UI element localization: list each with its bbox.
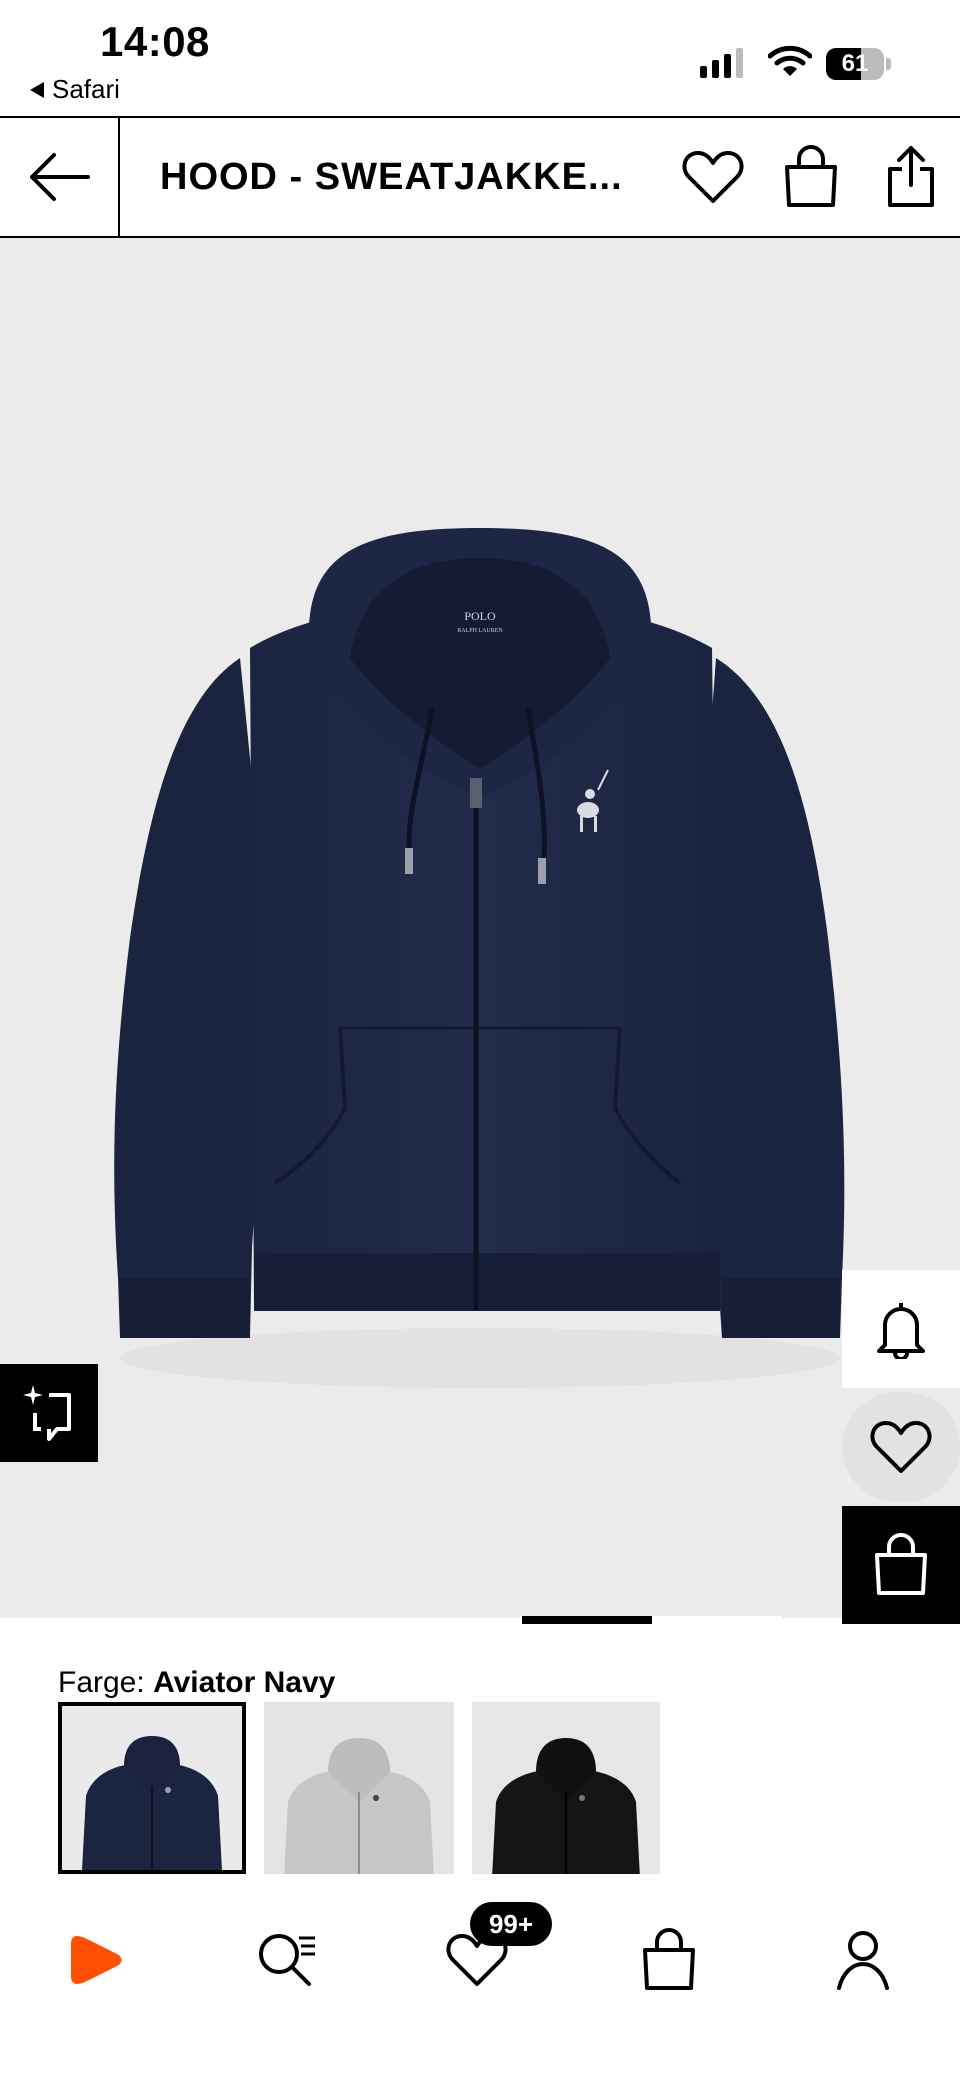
page-title: HOOD - SWEATJAKKE... — [160, 156, 623, 198]
nav-home[interactable] — [42, 1910, 152, 2010]
selected-color-name: Aviator Navy — [153, 1666, 336, 1699]
side-add-to-bag-button[interactable] — [842, 1506, 960, 1624]
side-wishlist-button[interactable] — [842, 1388, 960, 1506]
style-assist-button[interactable] — [0, 1364, 98, 1462]
zalando-logo-icon — [71, 1936, 122, 1984]
share-button[interactable] — [876, 142, 946, 212]
wishlist-count-badge: 99+ — [470, 1902, 552, 1946]
cellular-signal-icon — [700, 48, 743, 78]
color-swatch-navy[interactable] — [58, 1702, 246, 1874]
nav-search[interactable] — [232, 1910, 342, 2010]
battery-level: 61 — [841, 50, 869, 77]
swatch-hoodie-black-image — [472, 1702, 660, 1878]
nav-profile[interactable] — [808, 1910, 918, 2010]
logo-text-ralph-lauren: RALPH LAUREN — [457, 628, 503, 634]
swatch-hoodie-grey-image — [264, 1702, 454, 1878]
bell-icon — [877, 1303, 925, 1359]
color-swatch-black[interactable] — [472, 1702, 660, 1878]
hoodie-image: POLO RALPH LAUREN — [114, 528, 845, 1388]
bag-icon — [643, 1928, 695, 1990]
side-action-panel — [842, 1270, 960, 1624]
status-bar: 14:08 Safari 61 — [0, 0, 960, 116]
product-image[interactable]: POLO RALPH LAUREN — [0, 238, 960, 1618]
notify-button[interactable] — [842, 1270, 960, 1388]
sparkle-frame-icon — [23, 1385, 71, 1441]
swatch-hoodie-navy-image — [62, 1706, 242, 1870]
bottom-navigation: 99+ — [0, 1874, 960, 2078]
back-app-label: Safari — [52, 74, 120, 104]
bag-icon — [785, 145, 837, 207]
profile-icon — [837, 1931, 889, 1990]
battery-icon: 61 — [826, 48, 892, 80]
bag-icon — [875, 1533, 927, 1595]
back-button[interactable] — [0, 118, 120, 236]
color-label: Farge: Aviator Navy — [58, 1666, 335, 1700]
heart-icon — [682, 151, 744, 203]
back-to-safari-link[interactable]: Safari — [30, 74, 120, 105]
back-triangle-icon — [30, 81, 44, 98]
status-time: 14:08 — [100, 18, 210, 65]
color-label-prefix: Farge: — [58, 1666, 145, 1699]
wifi-icon — [767, 44, 813, 83]
nav-bag[interactable] — [614, 1910, 724, 2010]
logo-text-polo: POLO — [464, 609, 496, 623]
heart-icon — [870, 1421, 932, 1473]
cart-button[interactable] — [776, 142, 846, 212]
wishlist-button[interactable] — [678, 142, 748, 212]
product-header: HOOD - SWEATJAKKE... — [0, 116, 960, 238]
color-swatch-grey[interactable] — [264, 1702, 454, 1878]
share-icon — [888, 146, 934, 207]
arrow-left-icon — [30, 153, 90, 201]
search-icon — [259, 1934, 315, 1986]
image-pager-active — [522, 1616, 652, 1624]
